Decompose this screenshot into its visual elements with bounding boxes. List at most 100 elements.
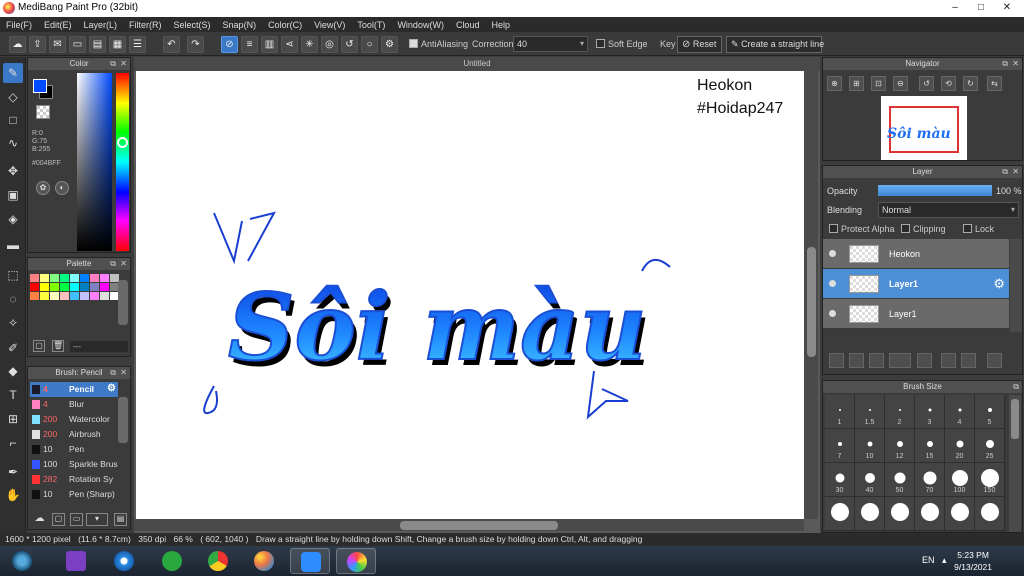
- palette-swatch[interactable]: [50, 274, 59, 282]
- brush-size-cell[interactable]: 4: [945, 395, 975, 429]
- transparent-color-swatch[interactable]: [36, 105, 50, 119]
- hue-slider-handle[interactable]: [117, 137, 128, 148]
- taskbar-chrome[interactable]: [198, 548, 238, 574]
- brush-gear-icon[interactable]: ⚙: [107, 382, 116, 396]
- menu-filter[interactable]: Filter(R): [123, 20, 168, 30]
- palette-swatch[interactable]: [70, 292, 79, 300]
- palette-swatch[interactable]: [100, 283, 109, 291]
- document-icon[interactable]: ▤: [89, 36, 106, 53]
- brush-item[interactable]: 282 Rotation Sy: [30, 472, 118, 487]
- tray-arrow-icon[interactable]: ▴: [942, 555, 947, 566]
- palette-swatch[interactable]: [90, 274, 99, 282]
- palette-swatch[interactable]: [90, 283, 99, 291]
- taskbar-internet-explorer[interactable]: [104, 548, 144, 574]
- brush-settings-icon[interactable]: ▤: [114, 513, 127, 526]
- lasso-tool-icon[interactable]: ◌: [3, 289, 23, 309]
- brush-size-cell[interactable]: 50: [885, 463, 915, 497]
- color-wheel-icon[interactable]: ✿: [36, 181, 50, 195]
- foreground-color-swatch[interactable]: [33, 79, 47, 93]
- palette-swatch[interactable]: [60, 283, 69, 291]
- perspective-snap-icon[interactable]: ⋖: [281, 36, 298, 53]
- brush-size-cell[interactable]: 100: [945, 463, 975, 497]
- close-icon[interactable]: ✕: [120, 367, 127, 379]
- brush-size-cell[interactable]: 25: [975, 429, 1005, 463]
- chat-icon[interactable]: ▭: [69, 36, 86, 53]
- brush-size-cell[interactable]: 70: [915, 463, 945, 497]
- curve-snap-icon[interactable]: ↺: [341, 36, 358, 53]
- new-palette-icon[interactable]: ▢: [33, 340, 45, 352]
- canvas-vertical-scroll-thumb[interactable]: [807, 247, 816, 357]
- new-layer-icon[interactable]: [829, 353, 844, 368]
- layer-list-scrollbar[interactable]: [1010, 239, 1022, 332]
- parallel-snap-icon[interactable]: ≡: [241, 36, 258, 53]
- menu-select[interactable]: Select(S): [168, 20, 217, 30]
- lock-checkbox[interactable]: Lock: [963, 224, 994, 234]
- gear-icon[interactable]: ⚙: [381, 36, 398, 53]
- canvas-tab[interactable]: Untitled: [134, 57, 820, 71]
- brush-menu-icon[interactable]: ▾: [86, 513, 108, 526]
- menu-tool[interactable]: Tool(T): [351, 20, 391, 30]
- palette-swatch[interactable]: [30, 274, 39, 282]
- undock-icon[interactable]: ⧉: [110, 258, 116, 270]
- undock-icon[interactable]: ⧉: [1002, 58, 1008, 70]
- canvas-horizontal-scrollbar[interactable]: [134, 519, 804, 531]
- palette-swatch[interactable]: [90, 292, 99, 300]
- palette-swatch[interactable]: [50, 283, 59, 291]
- visibility-icon[interactable]: [829, 310, 836, 317]
- palette-swatch[interactable]: [60, 274, 69, 282]
- flip-icon[interactable]: ⇆: [987, 76, 1002, 91]
- duplicate-layer-icon[interactable]: [941, 353, 956, 368]
- rotate-left-icon[interactable]: ↺: [919, 76, 934, 91]
- pen-tool-icon[interactable]: ✒: [3, 462, 23, 482]
- palette-swatch[interactable]: [30, 283, 39, 291]
- palette-swatch[interactable]: [100, 292, 109, 300]
- palette-swatch[interactable]: [40, 274, 49, 282]
- new-halftone-layer-icon[interactable]: [849, 353, 864, 368]
- zoom-in-icon[interactable]: ⊕: [827, 76, 842, 91]
- system-clock[interactable]: 5:23 PM 9/13/2021: [954, 549, 992, 573]
- correction-select[interactable]: 40: [513, 36, 588, 52]
- brush-size-scrollbar[interactable]: [1009, 395, 1021, 532]
- select-eraser-icon[interactable]: ◆: [3, 361, 23, 381]
- operation-tool-icon[interactable]: ⊞: [3, 409, 23, 429]
- soft-edge-checkbox[interactable]: Soft Edge: [596, 39, 648, 49]
- rotate-right-icon[interactable]: ↻: [963, 76, 978, 91]
- circle-snap-icon[interactable]: ◎: [321, 36, 338, 53]
- delete-palette-icon[interactable]: 🗑: [52, 340, 64, 352]
- palette-swatch[interactable]: [40, 283, 49, 291]
- brush-item[interactable]: 200 Watercolor: [30, 412, 118, 427]
- brush-size-cell[interactable]: 15: [915, 429, 945, 463]
- brush-size-cell[interactable]: 150: [975, 463, 1005, 497]
- visibility-icon[interactable]: [829, 280, 836, 287]
- brush-size-cell[interactable]: [825, 497, 855, 531]
- new-8bit-layer-icon[interactable]: [869, 353, 884, 368]
- undock-icon[interactable]: ⧉: [1002, 166, 1008, 178]
- palette-swatch[interactable]: [100, 274, 109, 282]
- brush-item[interactable]: 10 Pen: [30, 442, 118, 457]
- antialiasing-checkbox[interactable]: AntiAliasing: [409, 39, 468, 49]
- palette-swatch[interactable]: [70, 283, 79, 291]
- brush-size-cell[interactable]: [855, 497, 885, 531]
- grid-snap-icon[interactable]: ▥: [261, 36, 278, 53]
- palette-swatch[interactable]: [80, 292, 89, 300]
- palette-name-field[interactable]: ---: [70, 341, 128, 352]
- radial-snap-icon[interactable]: ✳: [301, 36, 318, 53]
- redo-icon[interactable]: ↷: [187, 36, 204, 53]
- palette-swatch[interactable]: [30, 292, 39, 300]
- navigator-thumbnail[interactable]: Sôi màu: [881, 96, 967, 160]
- color-adjust-icon[interactable]: ◐: [55, 181, 69, 195]
- menu-layer[interactable]: Layer(L): [78, 20, 124, 30]
- menu-window[interactable]: Window(W): [391, 20, 450, 30]
- brush-cloud-icon[interactable]: ☁: [33, 513, 46, 526]
- cloud-icon[interactable]: ☁: [9, 36, 26, 53]
- brush-size-cell[interactable]: 10: [855, 429, 885, 463]
- layer-row[interactable]: Layer1: [823, 299, 1009, 329]
- ring-snap-icon[interactable]: ○: [361, 36, 378, 53]
- undock-icon[interactable]: ⧉: [1013, 381, 1019, 393]
- canvas-vertical-scrollbar[interactable]: [804, 71, 818, 519]
- layer-gear-icon[interactable]: ⚙: [993, 276, 1005, 292]
- start-button[interactable]: [2, 548, 42, 574]
- hand-tool-icon[interactable]: ✋: [3, 485, 23, 505]
- magic-wand-icon[interactable]: ✧: [3, 313, 23, 333]
- minimize-button[interactable]: –: [942, 0, 968, 16]
